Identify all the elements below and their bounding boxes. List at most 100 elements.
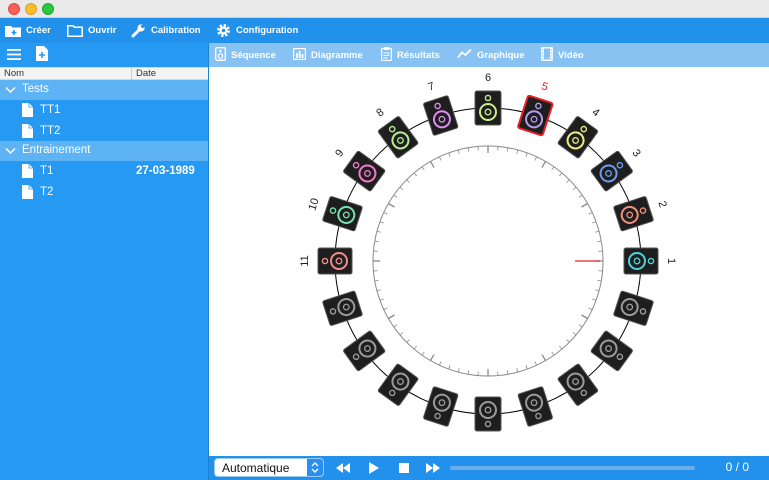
tab-label: Diagramme	[311, 49, 363, 61]
stop-button[interactable]	[399, 463, 409, 476]
dial-tick	[541, 161, 547, 168]
dial-tick	[376, 289, 381, 292]
play-button[interactable]	[369, 462, 379, 477]
calibration-button[interactable]: Calibration	[131, 18, 201, 43]
speaker-inactive[interactable]	[590, 330, 633, 372]
chevron-down-icon[interactable]	[5, 85, 16, 97]
speaker-2[interactable]	[613, 196, 654, 232]
tab-sequence[interactable]: Séquence	[215, 43, 276, 67]
speaker-8[interactable]	[377, 116, 419, 159]
speaker-label: 7	[427, 80, 437, 93]
list-item-t1[interactable]: T1 27-03-1989	[0, 161, 208, 182]
tab-results[interactable]: Résultats	[381, 43, 440, 67]
open-button[interactable]: Ouvrir	[67, 18, 117, 43]
playback-bar: Automatique 0 / 0	[209, 456, 769, 480]
tab-video[interactable]: Vidéo	[541, 43, 584, 67]
speaker-label: 4	[590, 106, 602, 119]
rewind-button[interactable]	[336, 463, 351, 476]
dial-tick	[551, 351, 555, 356]
speaker-3[interactable]	[590, 150, 633, 192]
dial-tick	[541, 354, 547, 361]
minimize-window-button[interactable]	[25, 3, 37, 15]
speaker-10[interactable]	[322, 196, 363, 232]
list-item-tt2[interactable]: TT2	[0, 121, 208, 142]
speaker-inactive[interactable]	[343, 330, 386, 372]
speaker-11[interactable]	[317, 247, 353, 275]
speaker-inactive[interactable]	[474, 396, 502, 432]
dial-tick	[388, 314, 395, 320]
speaker-6[interactable]	[474, 90, 502, 126]
fast-forward-button[interactable]	[426, 463, 441, 476]
add-file-icon[interactable]	[36, 46, 48, 64]
speaker-body	[423, 386, 459, 427]
list-item-t2[interactable]: T2	[0, 182, 208, 203]
dial-tick	[439, 156, 442, 161]
speaker-inactive[interactable]	[377, 363, 419, 406]
file-icon	[22, 164, 33, 181]
menu-icon[interactable]	[7, 49, 21, 63]
dial-tick	[566, 179, 570, 183]
speaker-4[interactable]	[557, 116, 599, 159]
clipboard-icon	[381, 46, 393, 64]
column-date-header[interactable]: Date	[136, 68, 156, 79]
dial-tick	[376, 230, 381, 233]
close-window-button[interactable]	[8, 3, 20, 15]
dial-tick	[525, 152, 528, 157]
speaker-7[interactable]	[423, 95, 459, 136]
speaker-inactive[interactable]	[557, 363, 599, 406]
dial-tick	[578, 194, 583, 198]
speaker-1[interactable]	[623, 247, 659, 275]
tab-chart[interactable]: Graphique	[457, 43, 525, 67]
dial-tick	[506, 147, 509, 152]
progress-slider[interactable]	[450, 466, 695, 470]
dial-tick	[413, 345, 417, 350]
speaker-body	[343, 150, 386, 192]
window-titlebar	[0, 0, 769, 18]
tab-diagram[interactable]: Diagramme	[293, 43, 363, 67]
chevron-down-icon[interactable]	[5, 146, 16, 158]
configuration-label: Configuration	[236, 25, 299, 36]
configuration-button[interactable]: Configuration	[216, 18, 298, 43]
dial-tick	[448, 152, 451, 157]
dial-tick	[506, 370, 509, 375]
speaker-body	[590, 150, 633, 192]
dial-tick	[383, 307, 388, 310]
group-entrainement[interactable]: Entrainement	[0, 141, 208, 161]
dial-tick	[399, 186, 404, 190]
column-name-header[interactable]: Nom	[4, 68, 24, 79]
dial-tick	[439, 361, 442, 366]
speaker-body	[557, 116, 599, 159]
gear-icon	[216, 23, 231, 38]
speaker-body	[377, 363, 419, 406]
zoom-window-button[interactable]	[42, 3, 54, 15]
dial-tick	[388, 202, 395, 208]
group-label: Tests	[22, 83, 49, 95]
dial-tick	[516, 149, 519, 154]
dial-tick	[588, 212, 593, 215]
folder-icon	[67, 24, 83, 37]
bar-chart-icon	[293, 47, 307, 63]
speaker-inactive[interactable]	[322, 290, 363, 326]
create-button[interactable]: Créer	[5, 18, 51, 43]
list-item-tt1[interactable]: TT1	[0, 100, 208, 121]
sequence-counter: 0 / 0	[725, 460, 749, 474]
mode-select[interactable]: Automatique	[214, 458, 324, 477]
list-header: Nom Date	[0, 67, 208, 80]
dial-tick	[534, 156, 537, 161]
dial-tick	[406, 339, 410, 343]
dial-tick	[457, 368, 460, 373]
dial-tick	[559, 345, 563, 350]
dial-tick	[581, 314, 588, 320]
speaker-inactive[interactable]	[613, 290, 654, 326]
speaker-5[interactable]	[517, 94, 554, 137]
dial-tick	[421, 166, 425, 171]
column-divider[interactable]	[131, 68, 132, 80]
speaker-inactive[interactable]	[517, 386, 553, 427]
speaker-inactive[interactable]	[423, 386, 459, 427]
dial-tick	[399, 332, 404, 336]
speaker-9[interactable]	[343, 150, 386, 192]
speaker-body	[590, 330, 633, 372]
group-tests[interactable]: Tests	[0, 80, 208, 100]
dial-tick	[383, 212, 388, 215]
tab-label: Séquence	[231, 49, 276, 61]
